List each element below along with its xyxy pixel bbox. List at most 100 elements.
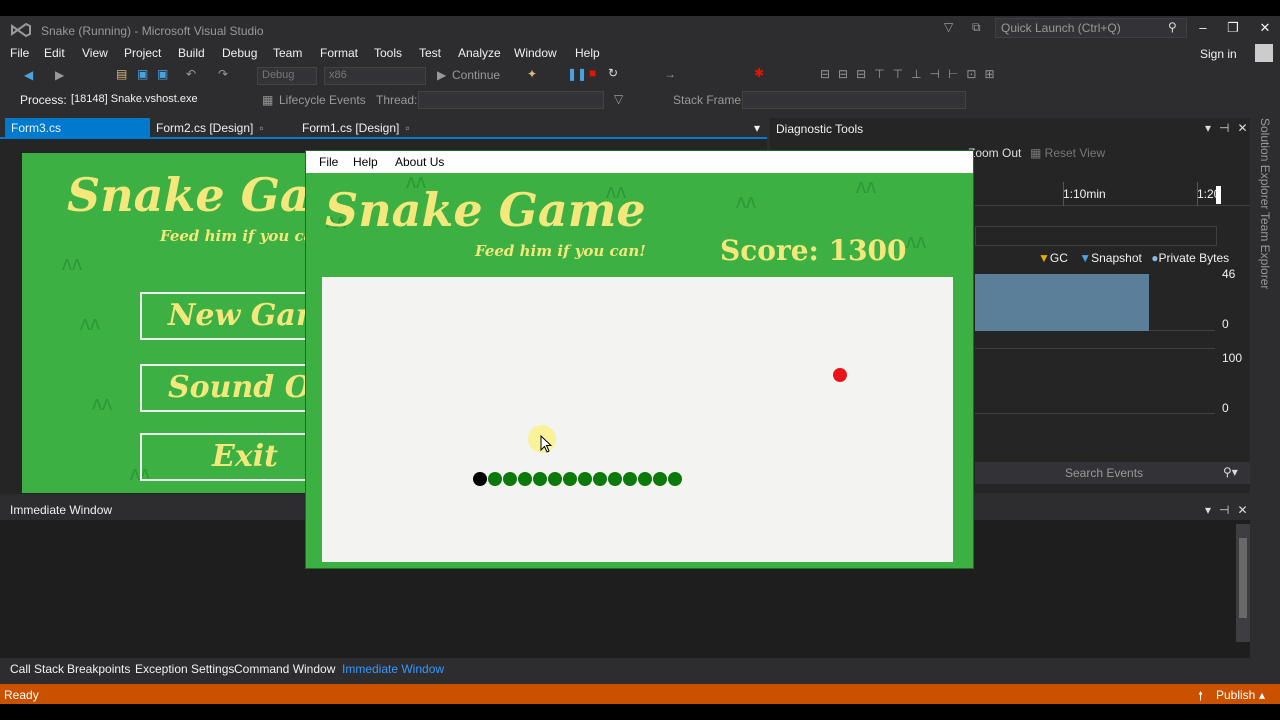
stack-frame-label: Stack Frame: xyxy=(673,93,745,107)
thread-select[interactable] xyxy=(418,91,604,109)
menu-test[interactable]: Test xyxy=(419,46,441,60)
minimize-button[interactable]: – xyxy=(1188,17,1218,39)
timeline-cursor[interactable] xyxy=(1216,186,1221,204)
tab-call-stack[interactable]: Call Stack xyxy=(10,662,64,676)
memory-area xyxy=(975,274,1149,331)
platform-select[interactable]: x86 xyxy=(324,67,426,85)
menu-help[interactable]: Help xyxy=(575,46,600,60)
menu-view[interactable]: View xyxy=(82,46,108,60)
redo-icon[interactable]: ↷ xyxy=(218,67,228,81)
game-board[interactable] xyxy=(322,277,953,562)
menu-build[interactable]: Build xyxy=(178,46,205,60)
menu-window[interactable]: Window xyxy=(514,46,557,60)
tab-form2[interactable]: Form2.cs [Design] ▫ xyxy=(150,118,270,138)
search-icon[interactable]: ⚲ xyxy=(1168,20,1177,34)
snake-segment xyxy=(578,472,592,486)
process-select[interactable]: [18148] Snake.vshost.exe xyxy=(66,91,254,109)
grass-decoration: ᴧᴧ xyxy=(856,176,876,198)
stack-frame-select[interactable] xyxy=(742,91,966,109)
solution-explorer-tab[interactable]: Solution Explorer xyxy=(1258,118,1272,209)
team-explorer-tab[interactable]: Team Explorer xyxy=(1258,212,1272,289)
memory-graph xyxy=(975,266,1215,331)
restore-button[interactable]: ❐ xyxy=(1218,17,1248,39)
lifecycle-icon[interactable]: ▦ xyxy=(262,93,273,107)
snake-segment xyxy=(533,472,547,486)
layout-alignment-icons[interactable]: ⊟⊟⊟⊤⊤⊥⊣⊢⊡⊞ xyxy=(820,67,1003,81)
panel-controls-icon[interactable]: ▾⊣✕ xyxy=(1205,503,1256,517)
search-icon[interactable]: ⚲▾ xyxy=(1223,465,1238,479)
tab-immediate-window[interactable]: Immediate Window xyxy=(342,662,444,676)
filter-icon[interactable]: ▽ xyxy=(944,20,953,34)
vertical-scrollbar[interactable] xyxy=(1236,524,1250,642)
legend-private-bytes: Private Bytes xyxy=(1158,251,1230,265)
tab-form3[interactable]: Form3.cs [Design]⊣✕ xyxy=(5,118,150,149)
game-menu-file[interactable]: File xyxy=(319,155,338,169)
undo-icon[interactable]: ↶ xyxy=(186,67,196,81)
configuration-select[interactable]: Debug xyxy=(257,67,317,85)
tab-overflow-icon[interactable]: ▾ xyxy=(748,118,766,138)
breakpoint-icon[interactable]: ✱ xyxy=(754,66,764,80)
lock-icon: ▫ xyxy=(405,121,410,135)
back-icon[interactable]: ◀ xyxy=(24,68,33,82)
stop-icon[interactable]: ■ xyxy=(589,66,596,80)
grass-decoration: ᴧᴧ xyxy=(92,393,112,415)
menu-tools[interactable]: Tools xyxy=(374,46,402,60)
snake-segment xyxy=(488,472,502,486)
avatar[interactable] xyxy=(1255,44,1273,62)
zoom-out-button[interactable]: Zoom Out xyxy=(968,146,1021,160)
publish-button[interactable]: Publish xyxy=(1216,688,1255,702)
snake-segment xyxy=(593,472,607,486)
step-into-icon[interactable]: → xyxy=(664,67,676,81)
menu-team[interactable]: Team xyxy=(273,46,302,60)
snake-segment xyxy=(608,472,622,486)
legend-gc: GC xyxy=(1049,251,1068,265)
lifecycle-events-button[interactable]: Lifecycle Events xyxy=(279,93,366,107)
scrollbar-thumb[interactable] xyxy=(1239,538,1247,618)
sound-button[interactable]: Sound On xyxy=(140,364,312,412)
legend-snapshot: Snapshot xyxy=(1091,251,1142,265)
menu-analyze[interactable]: Analyze xyxy=(458,46,501,60)
game-menu-help[interactable]: Help xyxy=(353,155,378,169)
continue-button[interactable]: Continue xyxy=(452,68,500,82)
filter-thread-icon[interactable]: ▽ xyxy=(614,92,623,106)
bottom-frame xyxy=(0,704,1280,720)
open-icon[interactable]: ▤ xyxy=(116,67,127,81)
timeline-label: 1:10min xyxy=(1063,187,1106,201)
tool-window-tabs: Call Stack Breakpoints Exception Setting… xyxy=(0,658,1250,680)
attach-icon[interactable]: ✦ xyxy=(527,67,537,81)
gc-icon: ▼ xyxy=(1038,251,1050,265)
menu-file[interactable]: File xyxy=(10,46,29,60)
save-all-icon[interactable]: ▣ xyxy=(157,67,168,81)
new-game-button[interactable]: New Game xyxy=(140,292,312,340)
menu-debug[interactable]: Debug xyxy=(222,46,257,60)
menu-project[interactable]: Project xyxy=(124,46,161,60)
feedback-icon[interactable]: ⧉ xyxy=(972,20,981,35)
pause-icon[interactable]: ❚❚ xyxy=(567,67,587,81)
timeline-ruler: 1:10min 1:20 xyxy=(975,182,1250,206)
sign-in-link[interactable]: Sign in xyxy=(1200,47,1237,61)
close-window-button[interactable]: ✕ xyxy=(1250,17,1280,39)
tab-exception-settings[interactable]: Exception Settings xyxy=(135,662,234,676)
forward-icon[interactable]: ▶ xyxy=(55,68,64,82)
game-menu-about[interactable]: About Us xyxy=(395,155,444,169)
search-events-input[interactable]: Search Events xyxy=(1065,466,1143,480)
tab-form1[interactable]: Form1.cs [Design] ▫ xyxy=(296,118,416,138)
immediate-window-title: Immediate Window xyxy=(10,503,113,517)
tab-breakpoints[interactable]: Breakpoints xyxy=(67,662,130,676)
continue-icon[interactable]: ▶ xyxy=(437,68,446,82)
save-icon[interactable]: ▣ xyxy=(137,67,148,81)
snake-segment xyxy=(518,472,532,486)
chevron-up-icon[interactable]: ▴ xyxy=(1259,688,1265,702)
grass-decoration: ᴧᴧ xyxy=(62,253,82,275)
menu-edit[interactable]: Edit xyxy=(44,46,65,60)
form3-subtitle: Feed him if you can! xyxy=(160,227,312,245)
reset-view-button[interactable]: ▦ Reset View xyxy=(1030,146,1105,160)
memory-max-label: 46 xyxy=(1222,267,1236,281)
quick-launch-input[interactable]: Quick Launch (Ctrl+Q) xyxy=(995,18,1187,38)
menu-format[interactable]: Format xyxy=(320,46,358,60)
snake-segment xyxy=(563,472,577,486)
exit-button[interactable]: Exit xyxy=(140,433,312,481)
panel-controls-icon[interactable]: ▾⊣✕ xyxy=(1205,121,1256,135)
tab-command-window[interactable]: Command Window xyxy=(234,662,335,676)
restart-icon[interactable]: ↻ xyxy=(608,66,618,80)
